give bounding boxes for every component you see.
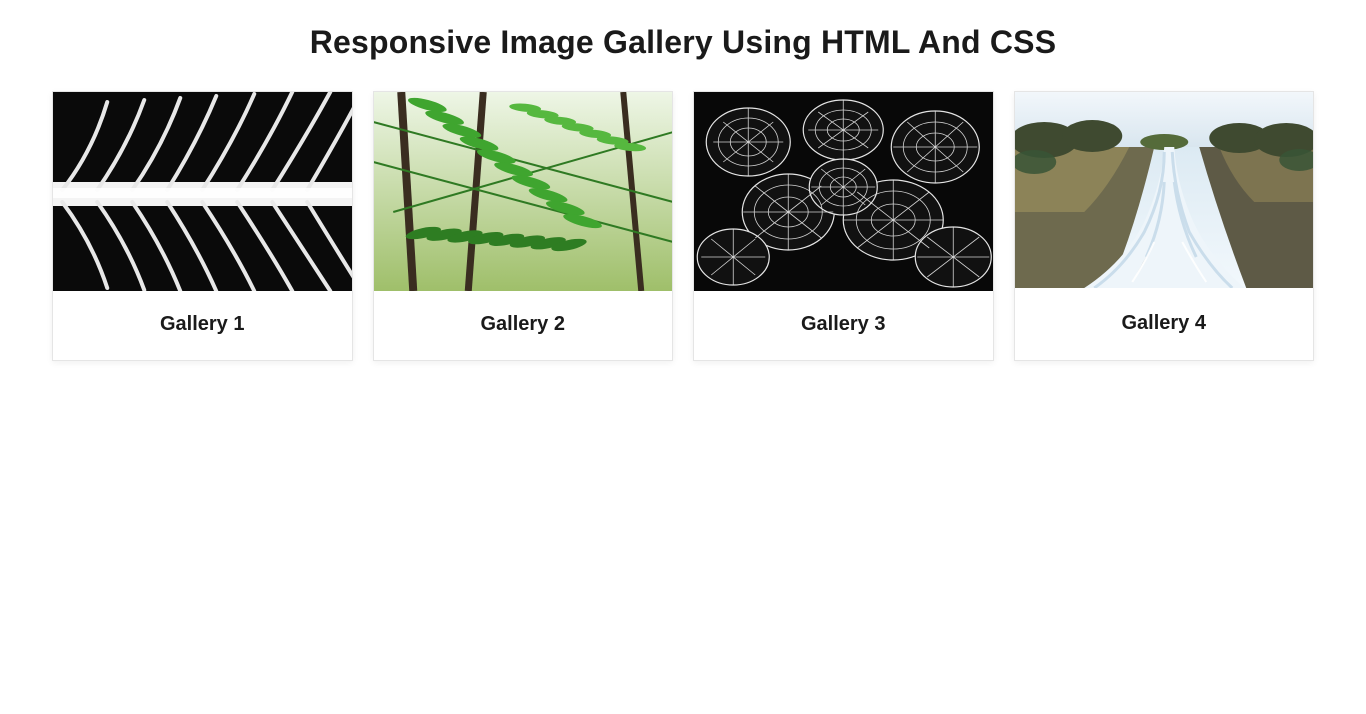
gallery-image-1 (53, 92, 352, 291)
gallery-caption-1: Gallery 1 (160, 313, 245, 336)
gallery-caption-wrap: Gallery 2 (374, 291, 673, 360)
gallery-caption-wrap: Gallery 3 (694, 291, 993, 360)
gallery-image-4 (1015, 92, 1314, 288)
gallery-caption-2: Gallery 2 (480, 313, 565, 336)
gallery-card-1[interactable]: Gallery 1 (52, 91, 353, 361)
gallery-row: Gallery 1 (0, 91, 1366, 361)
gallery-caption-wrap: Gallery 1 (53, 291, 352, 360)
gallery-image-3 (694, 92, 993, 291)
gallery-caption-3: Gallery 3 (801, 313, 886, 336)
gallery-caption-4: Gallery 4 (1121, 312, 1206, 335)
gallery-image-2 (374, 92, 673, 291)
gallery-card-3[interactable]: Gallery 3 (693, 91, 994, 361)
gallery-card-4[interactable]: Gallery 4 (1014, 91, 1315, 361)
gallery-card-2[interactable]: Gallery 2 (373, 91, 674, 361)
gallery-caption-wrap: Gallery 4 (1015, 288, 1314, 360)
page-title: Responsive Image Gallery Using HTML And … (0, 24, 1366, 61)
